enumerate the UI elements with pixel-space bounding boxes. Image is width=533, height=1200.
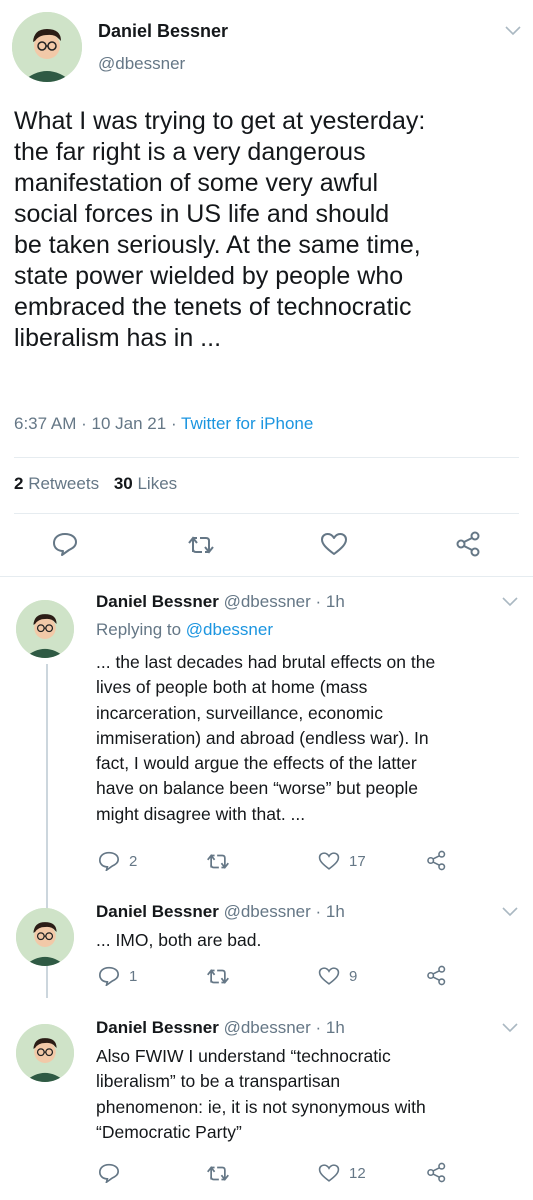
- handle[interactable]: @dbessner: [224, 902, 311, 921]
- reply-time: · 1h: [315, 592, 345, 611]
- reply-icon[interactable]: [98, 966, 120, 986]
- display-name[interactable]: Daniel Bessner: [96, 902, 219, 921]
- reply-text-line: might disagree with that. ...: [96, 803, 306, 824]
- tweet-text: What I was trying to get at yesterday: t…: [14, 106, 524, 354]
- divider: [14, 457, 519, 458]
- reply-count: 2: [129, 853, 138, 870]
- handle[interactable]: @dbessner: [224, 1018, 311, 1037]
- reply-text-line: have on balance been “worse” but people: [96, 778, 419, 799]
- reply-actions: 2 17: [96, 850, 456, 873]
- replying-to: Replying to @dbessner: [96, 620, 273, 640]
- retweet-icon[interactable]: [206, 967, 230, 986]
- share-icon[interactable]: [426, 850, 448, 871]
- reply-text-line: Also FWIW I understand “technocratic: [96, 1046, 391, 1066]
- share-icon[interactable]: [426, 1162, 448, 1183]
- share-icon[interactable]: [455, 531, 483, 557]
- tweet-text-line: the far right is a very dangerous: [14, 138, 366, 166]
- reply-text-line: “Democratic Party”: [96, 1121, 242, 1142]
- reply-time: · 1h: [315, 1018, 345, 1037]
- reply-text: ... IMO, both are bad.: [96, 928, 526, 953]
- reply-text-line: ... the last decades had brutal effects …: [96, 652, 436, 672]
- reply-actions: 1 9: [96, 965, 456, 988]
- retweets-count: 2: [14, 474, 24, 493]
- likes-stat[interactable]: 30 Likes: [114, 474, 177, 493]
- like-count: 12: [349, 1165, 366, 1182]
- divider: [0, 576, 533, 577]
- reply-text-line: fact, I would argue the effects of the l…: [96, 753, 417, 774]
- reply-text-line: immiseration) and abroad (endless war). …: [96, 727, 429, 748]
- reply-text: ... the last decades had brutal effects …: [96, 650, 526, 827]
- display-name[interactable]: Daniel Bessner: [98, 21, 228, 42]
- tweet-text-line: liberalism has in ...: [14, 324, 222, 352]
- date: 10 Jan 21: [91, 414, 167, 433]
- display-name[interactable]: Daniel Bessner: [96, 1018, 219, 1037]
- replying-handle[interactable]: @dbessner: [186, 620, 273, 639]
- tweet-text-line: embraced the tenets of technocratic: [14, 293, 412, 321]
- tweet-source[interactable]: Twitter for iPhone: [181, 414, 313, 433]
- reply-actions: 12: [96, 1162, 456, 1185]
- retweets-stat[interactable]: 2 Retweets: [14, 474, 99, 493]
- reply-icon[interactable]: [98, 851, 120, 871]
- heart-icon[interactable]: [318, 851, 340, 871]
- chevron-down-icon[interactable]: [502, 1023, 518, 1033]
- retweet-icon[interactable]: [206, 1164, 230, 1183]
- tweet-text-line: What I was trying to get at yesterday:: [14, 107, 426, 135]
- reply-text-line: phenomenon: ie, it is not synonymous wit…: [96, 1096, 426, 1117]
- reply-count: 1: [129, 968, 138, 985]
- reply-header: Daniel Bessner @dbessner · 1h: [96, 902, 345, 922]
- handle[interactable]: @dbessner: [224, 592, 311, 611]
- tweet-text-line: social forces in US life and should: [14, 200, 390, 228]
- avatar[interactable]: [16, 600, 74, 658]
- time: 6:37 AM: [14, 414, 77, 433]
- replying-label: Replying to: [96, 620, 182, 639]
- avatar[interactable]: [16, 908, 74, 966]
- reply-text-line: liberalism” to be a transpartisan: [96, 1071, 341, 1092]
- reply-text: Also FWIW I understand “technocratic lib…: [96, 1044, 526, 1145]
- likes-label: Likes: [137, 474, 178, 493]
- chevron-down-icon[interactable]: [502, 597, 518, 607]
- likes-count: 30: [113, 474, 133, 493]
- heart-icon[interactable]: [318, 966, 340, 986]
- reply-icon[interactable]: [52, 532, 78, 556]
- reply-text-line: ... IMO, both are bad.: [96, 930, 262, 950]
- retweet-icon[interactable]: [206, 852, 230, 871]
- retweet-icon[interactable]: [187, 534, 215, 556]
- reply-header: Daniel Bessner @dbessner · 1h: [96, 592, 345, 612]
- reply-header: Daniel Bessner @dbessner · 1h: [96, 1018, 345, 1038]
- tweet-text-line: manifestation of some very awful: [14, 169, 379, 197]
- heart-icon[interactable]: [318, 1163, 340, 1183]
- reply-icon[interactable]: [98, 1163, 120, 1183]
- tweet-text-line: be taken seriously. At the same time,: [14, 231, 421, 259]
- avatar[interactable]: [16, 1024, 74, 1082]
- retweets-label: Retweets: [28, 474, 100, 493]
- heart-icon[interactable]: [320, 532, 348, 556]
- like-count: 9: [349, 968, 358, 985]
- divider: [14, 513, 519, 514]
- separator: ·: [81, 414, 87, 433]
- avatar[interactable]: [12, 12, 82, 82]
- separator: ·: [170, 414, 177, 433]
- display-name[interactable]: Daniel Bessner: [96, 592, 219, 611]
- reply-text-line: lives of people both at home (mass: [96, 677, 368, 698]
- chevron-down-icon[interactable]: [502, 907, 518, 917]
- reply-time: · 1h: [315, 902, 345, 921]
- share-icon[interactable]: [426, 965, 448, 986]
- tweet-timestamp: 6:37 AM · 10 Jan 21 · Twitter for iPhone: [14, 414, 313, 434]
- reply-text-line: incarceration, surveillance, economic: [96, 702, 383, 723]
- tweet-text-line: state power wielded by people who: [14, 262, 404, 290]
- tweet-stats: 2 Retweets 30 Likes: [14, 474, 177, 494]
- handle[interactable]: @dbessner: [98, 54, 185, 74]
- chevron-down-icon[interactable]: [505, 26, 521, 36]
- like-count: 17: [349, 853, 366, 870]
